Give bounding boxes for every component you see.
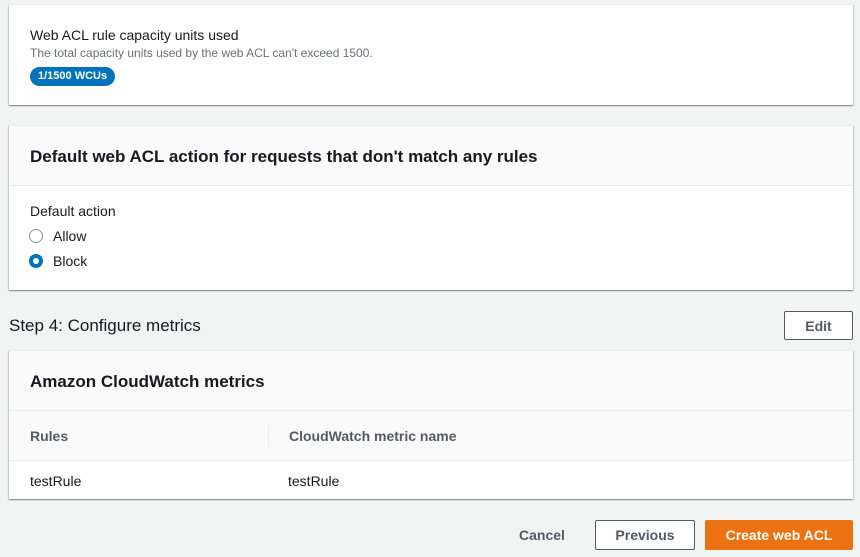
capacity-panel: Web ACL rule capacity units used The tot… (9, 4, 853, 105)
allow-radio-label[interactable]: Allow (53, 228, 86, 244)
default-action-header: Default web ACL action for requests that… (9, 126, 853, 186)
capacity-description: The total capacity units used by the web… (30, 46, 373, 60)
allow-radio-button[interactable] (29, 229, 43, 243)
edit-button[interactable]: Edit (784, 311, 853, 340)
cloudwatch-metrics-panel: Amazon CloudWatch metrics Rules CloudWat… (9, 350, 853, 499)
radio-option-allow[interactable]: Allow (29, 226, 86, 246)
cloudwatch-metrics-heading: Amazon CloudWatch metrics (30, 372, 265, 391)
radio-option-block[interactable]: Block (29, 251, 87, 271)
default-action-heading: Default web ACL action for requests that… (30, 147, 538, 166)
previous-button[interactable]: Previous (595, 520, 695, 550)
capacity-title: Web ACL rule capacity units used (30, 27, 239, 43)
block-radio-label[interactable]: Block (53, 253, 87, 269)
cell-rule: testRule (30, 473, 82, 489)
table-header: Rules CloudWatch metric name (9, 411, 853, 461)
step-4-title: Step 4: Configure metrics (9, 316, 201, 335)
table-row: testRule testRule (9, 461, 853, 500)
column-header-rules: Rules (30, 428, 69, 444)
cell-metric-name: testRule (288, 473, 340, 489)
create-web-acl-button[interactable]: Create web ACL (705, 520, 853, 550)
wcu-badge: 1/1500 WCUs (30, 67, 116, 86)
cloudwatch-metrics-header: Amazon CloudWatch metrics (9, 351, 853, 411)
column-divider (268, 425, 269, 447)
cancel-button[interactable]: Cancel (505, 520, 579, 550)
default-action-label: Default action (30, 203, 116, 219)
column-header-metric-name: CloudWatch metric name (289, 428, 457, 444)
default-action-panel: Default web ACL action for requests that… (9, 125, 853, 290)
block-radio-button[interactable] (29, 254, 43, 268)
